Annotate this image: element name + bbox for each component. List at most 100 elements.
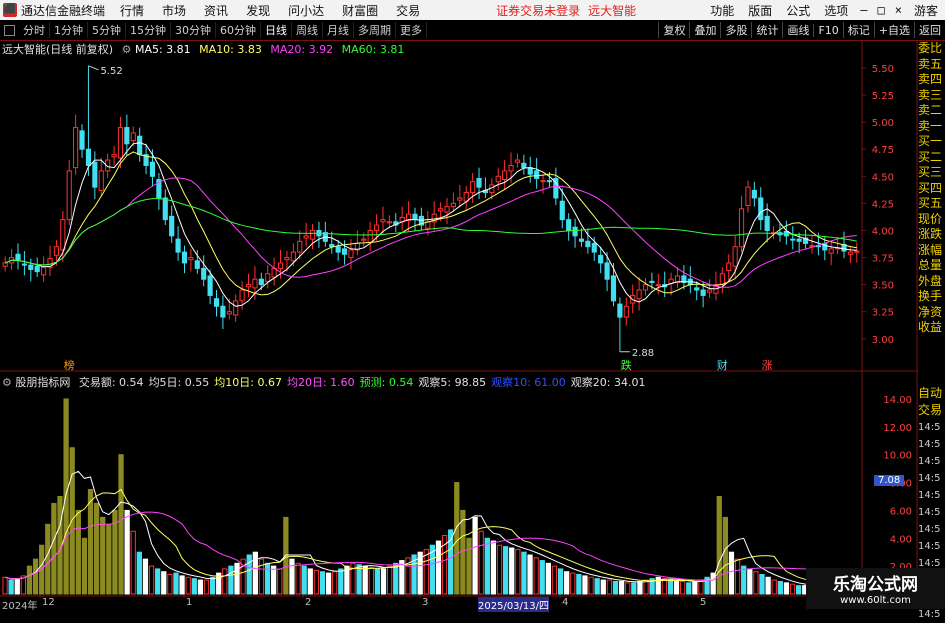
- period-fenshi[interactable]: 分时: [19, 22, 50, 38]
- btn-tongji[interactable]: 统计: [751, 22, 782, 38]
- btn-duogu[interactable]: 多股: [720, 22, 751, 38]
- menu-item-hangqing[interactable]: 行情: [111, 2, 153, 19]
- period-more[interactable]: 更多: [396, 22, 427, 38]
- btn-zixuan[interactable]: +自选: [873, 22, 914, 38]
- menu-gongshi[interactable]: 公式: [779, 2, 817, 19]
- menu-item-faxian[interactable]: 发现: [237, 2, 279, 19]
- period-5min[interactable]: 5分钟: [88, 22, 126, 38]
- quote-field-18[interactable]: 收益: [918, 320, 945, 336]
- volume-bar: [209, 576, 216, 595]
- candle-body: [687, 278, 693, 286]
- menu-item-caifuquan[interactable]: 财富圈: [333, 2, 387, 19]
- login-warning[interactable]: 证券交易未登录: [492, 2, 584, 19]
- candle-body: [303, 235, 309, 239]
- quote-field-15[interactable]: 外盘: [918, 274, 945, 290]
- candle-body: [329, 244, 335, 248]
- price-tick-label: 5.50: [872, 64, 894, 75]
- period-60min[interactable]: 60分钟: [216, 22, 261, 38]
- candle-body: [681, 275, 687, 283]
- quote-field-0[interactable]: 委比: [918, 41, 945, 57]
- trade-field-1[interactable]: 交易: [918, 402, 945, 419]
- toggle-panel-icon[interactable]: [4, 24, 15, 36]
- period-30min[interactable]: 30分钟: [171, 22, 216, 38]
- volume-bar: [576, 573, 582, 595]
- btn-fanhui[interactable]: 返回: [914, 22, 945, 38]
- indicator-settings-icon[interactable]: ⚙: [2, 376, 15, 389]
- high-pointer: [88, 65, 99, 71]
- quote-field-1[interactable]: 卖五: [918, 57, 945, 73]
- quote-field-12[interactable]: 涨跌: [918, 227, 945, 243]
- price-tick-label: 5.00: [872, 118, 894, 129]
- period-15min[interactable]: 15分钟: [126, 22, 171, 38]
- menu-item-wenxiaoda[interactable]: 问小达: [279, 2, 333, 19]
- quote-field-8[interactable]: 买三: [918, 165, 945, 181]
- period-1min[interactable]: 1分钟: [50, 22, 88, 38]
- menu-banmian[interactable]: 版面: [741, 2, 779, 19]
- x-axis-label-6: 4: [562, 597, 569, 608]
- kline-chart[interactable]: 3.00 3.25 3.50 3.75 4.00 4.25 4.50 4.75 5.00 5.25…: [0, 0, 945, 609]
- quote-field-11[interactable]: 现价: [918, 212, 945, 228]
- volume-bar: [399, 560, 405, 595]
- volume-bar: [393, 562, 399, 595]
- quote-field-16[interactable]: 换手: [918, 289, 945, 305]
- candle-body: [854, 250, 860, 253]
- volume-bar: [252, 551, 258, 595]
- quote-field-17[interactable]: 净资: [918, 305, 945, 321]
- candle-body: [738, 208, 745, 248]
- menu-item-zixun[interactable]: 资讯: [195, 2, 237, 19]
- candle-body: [655, 284, 661, 287]
- trade-time-3: 14:5: [918, 473, 941, 484]
- volume-bar: [264, 562, 271, 595]
- menu-xuanxiang[interactable]: 选项: [817, 2, 855, 19]
- candle-body: [431, 213, 437, 223]
- trade-time-2: 14:5: [918, 456, 941, 467]
- trade-field-0[interactable]: 自动: [918, 385, 945, 402]
- volume-bar: [197, 579, 204, 595]
- quote-field-13[interactable]: 涨幅: [918, 243, 945, 259]
- close-icon[interactable]: ×: [890, 3, 907, 17]
- volume-bar: [521, 551, 527, 595]
- btn-biaoji[interactable]: 标记: [842, 22, 874, 38]
- volume-bar: [350, 562, 356, 595]
- candle-body: [156, 179, 162, 199]
- btn-huaxian[interactable]: 画线: [782, 22, 813, 38]
- candle-body: [700, 289, 706, 296]
- volume-bar: [14, 578, 20, 595]
- minimize-icon[interactable]: —: [855, 3, 872, 17]
- candle-body: [553, 177, 559, 199]
- menu-item-shichang[interactable]: 市场: [153, 2, 195, 19]
- user-label[interactable]: 游客: [907, 2, 945, 19]
- menu-gongneng[interactable]: 功能: [703, 2, 741, 19]
- candle-body: [188, 257, 194, 261]
- candle-body: [527, 167, 533, 175]
- candle-body: [835, 247, 841, 250]
- period-monthly[interactable]: 月线: [323, 22, 354, 38]
- quote-field-14[interactable]: 总量: [918, 258, 945, 274]
- period-multi[interactable]: 多周期: [354, 22, 396, 38]
- btn-f10[interactable]: F10: [813, 23, 842, 37]
- btn-diejia[interactable]: 叠加: [689, 22, 720, 38]
- settings-icon[interactable]: ⚙: [122, 43, 135, 56]
- volume-bar: [692, 580, 698, 595]
- menu-item-jiaoyi[interactable]: 交易: [387, 2, 429, 19]
- quote-field-3[interactable]: 卖三: [918, 88, 945, 104]
- volume-bar: [313, 569, 320, 595]
- candle-body: [220, 305, 226, 318]
- quote-field-5[interactable]: 卖一: [918, 119, 945, 135]
- volume-bar: [509, 547, 515, 595]
- volume-bar: [130, 530, 136, 595]
- quote-field-6[interactable]: 买一: [918, 134, 945, 150]
- quote-field-9[interactable]: 买四: [918, 181, 945, 197]
- btn-fuquan[interactable]: 复权: [658, 22, 689, 38]
- candle-body: [585, 240, 591, 248]
- period-weekly[interactable]: 周线: [292, 22, 323, 38]
- maximize-icon[interactable]: □: [873, 3, 890, 17]
- quote-field-10[interactable]: 买五: [918, 196, 945, 212]
- quote-field-7[interactable]: 买二: [918, 150, 945, 166]
- volume-bar: [203, 579, 210, 595]
- volume-bar: [136, 551, 142, 595]
- period-daily[interactable]: 日线: [261, 22, 292, 38]
- quote-field-2[interactable]: 卖四: [918, 72, 945, 88]
- candle-body: [847, 251, 853, 255]
- quote-field-4[interactable]: 卖二: [918, 103, 945, 119]
